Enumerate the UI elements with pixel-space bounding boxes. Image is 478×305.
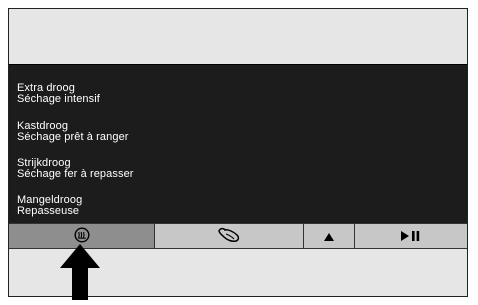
up-button[interactable] — [304, 224, 355, 248]
program-name-fr: Séchage prêt à ranger — [17, 131, 129, 143]
program-extra-droog[interactable]: Extra droog Séchage intensif — [17, 83, 100, 105]
program-name-fr: Séchage intensif — [17, 93, 100, 105]
program-name-fr: Séchage fer à repasser — [17, 168, 134, 180]
program-display: Extra droog Séchage intensif Kastdroog S… — [9, 64, 467, 224]
play-pause-icon — [401, 229, 421, 244]
wool-button[interactable] — [155, 224, 304, 248]
up-arrow-icon — [60, 244, 100, 305]
play-pause-button[interactable] — [355, 224, 467, 248]
wool-icon — [217, 227, 241, 246]
up-triangle-icon — [324, 229, 334, 244]
program-name-fr: Repasseuse — [17, 205, 80, 217]
program-kastdroog[interactable]: Kastdroog Séchage prêt à ranger — [17, 121, 129, 143]
heat-coil-icon — [73, 226, 90, 246]
top-strip — [9, 9, 467, 64]
program-mangeldroog[interactable]: Mangeldroog Repasseuse — [17, 195, 82, 217]
program-strijkdroog[interactable]: Strijkdroog Séchage fer à repasser — [17, 158, 134, 180]
